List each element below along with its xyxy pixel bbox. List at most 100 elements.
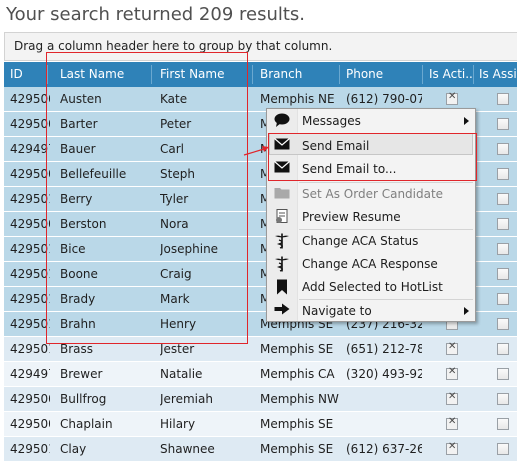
- cell-branch: Memphis SE: [260, 417, 334, 431]
- cell-last-name: Brewer: [60, 367, 103, 381]
- cell-last-name: Berry: [60, 192, 93, 206]
- context-menu: Messages Send Email Send Email to... Set…: [266, 108, 476, 322]
- is-assigned-checkbox[interactable]: [497, 93, 509, 105]
- menu-item-label: Navigate to: [302, 304, 372, 318]
- cell-first-name: Hilary: [160, 417, 196, 431]
- cell-first-name: Peter: [160, 117, 192, 131]
- cell-first-name: Tyler: [160, 192, 189, 206]
- cell-id: 429500...: [10, 217, 50, 231]
- speech-bubble-icon: [273, 113, 290, 129]
- menu-item-label: Send Email: [302, 139, 370, 153]
- column-header-first-name[interactable]: First Name: [160, 62, 246, 87]
- column-header-is-active[interactable]: Is Acti...: [429, 62, 473, 87]
- is-assigned-checkbox[interactable]: [497, 268, 509, 280]
- cell-id: 429501...: [10, 242, 50, 256]
- is-assigned-checkbox[interactable]: [497, 243, 509, 255]
- arrow-right-icon: [273, 303, 290, 319]
- envelope-icon: [273, 138, 290, 154]
- column-divider[interactable]: [339, 65, 340, 84]
- cell-first-name: Jeremiah: [160, 392, 213, 406]
- cell-last-name: Chaplain: [60, 417, 113, 431]
- cell-first-name: Josephine: [160, 242, 219, 256]
- table-row[interactable]: 429501... Clay Shawnee Memphis SE (612) 637-…: [4, 437, 517, 462]
- resume-preview-icon: [273, 209, 290, 225]
- is-active-checkbox[interactable]: [446, 391, 458, 405]
- folder-icon: [273, 186, 290, 202]
- cell-first-name: Craig: [160, 267, 192, 281]
- menu-item-label: Preview Resume: [302, 210, 401, 224]
- cell-id: 429501...: [10, 267, 50, 281]
- cell-last-name: Brady: [60, 292, 96, 306]
- is-assigned-checkbox[interactable]: [497, 368, 509, 380]
- cell-last-name: Bellefeuille: [60, 167, 127, 181]
- cell-phone: (320) 493-9263: [346, 367, 422, 381]
- menu-separator: [299, 133, 473, 134]
- bookmark-icon: [273, 279, 290, 295]
- is-assigned-checkbox[interactable]: [497, 168, 509, 180]
- is-assigned-checkbox[interactable]: [497, 118, 509, 130]
- cell-branch: Memphis SE: [260, 342, 334, 356]
- column-divider[interactable]: [47, 65, 48, 84]
- is-assigned-checkbox[interactable]: [497, 393, 509, 405]
- cell-id: 429500...: [10, 117, 50, 131]
- menu-item-change-aca-status[interactable]: Change ACA Status: [267, 230, 475, 252]
- table-row[interactable]: 429500... Bullfrog Jeremiah Memphis NW: [4, 387, 517, 412]
- cell-id: 429501...: [10, 342, 50, 356]
- submenu-arrow-icon: [464, 307, 469, 315]
- table-row[interactable]: 429500... Chaplain Hilary Memphis SE: [4, 412, 517, 437]
- is-active-checkbox[interactable]: [446, 416, 458, 430]
- cell-first-name: Kate: [160, 92, 188, 106]
- is-active-checkbox[interactable]: [446, 91, 458, 105]
- column-header-id[interactable]: ID: [10, 62, 44, 87]
- cell-last-name: Bauer: [60, 142, 96, 156]
- cell-first-name: Jester: [160, 342, 195, 356]
- cell-phone: (651) 212-7811: [346, 342, 422, 356]
- column-divider[interactable]: [473, 65, 474, 84]
- menu-item-label: Change ACA Status: [302, 234, 419, 248]
- cell-phone: [346, 412, 422, 436]
- is-assigned-checkbox[interactable]: [497, 318, 509, 330]
- group-by-panel[interactable]: Drag a column header here to group by th…: [4, 32, 517, 61]
- is-active-checkbox[interactable]: [446, 341, 458, 355]
- column-header-last-name[interactable]: Last Name: [60, 62, 148, 87]
- menu-item-send-email-to[interactable]: Send Email to...: [267, 158, 475, 180]
- cell-id: 429501...: [10, 292, 50, 306]
- menu-item-change-aca-response[interactable]: Change ACA Response: [267, 253, 475, 275]
- cell-branch: Memphis CA: [260, 367, 335, 381]
- column-divider[interactable]: [252, 65, 253, 84]
- is-assigned-checkbox[interactable]: [497, 418, 509, 430]
- menu-item-send-email[interactable]: Send Email: [267, 135, 475, 157]
- cell-branch: Memphis SE: [260, 442, 334, 456]
- cell-last-name: Bullfrog: [60, 392, 107, 406]
- menu-item-messages[interactable]: Messages: [267, 110, 475, 132]
- annotation-arrow: [243, 146, 269, 156]
- cell-first-name: Shawnee: [160, 442, 215, 456]
- caduceus-icon: [273, 233, 290, 249]
- envelope-icon: [273, 161, 290, 177]
- column-header-is-assigned[interactable]: Is Assi...: [479, 62, 517, 87]
- menu-item-add-to-hotlist[interactable]: Add Selected to HotList: [267, 276, 475, 298]
- cell-last-name: Austen: [60, 92, 102, 106]
- is-active-checkbox[interactable]: [446, 366, 458, 380]
- cell-last-name: Clay: [60, 442, 87, 456]
- is-assigned-checkbox[interactable]: [497, 293, 509, 305]
- menu-item-navigate-to[interactable]: Navigate to: [267, 300, 475, 322]
- cell-id: 429501...: [10, 442, 50, 456]
- table-row[interactable]: 429501... Brass Jester Memphis SE (651) 212-…: [4, 337, 517, 362]
- menu-item-preview-resume[interactable]: Preview Resume: [267, 206, 475, 228]
- column-header-phone[interactable]: Phone: [346, 62, 420, 87]
- is-active-checkbox[interactable]: [446, 441, 458, 455]
- cell-id: 429500...: [10, 417, 50, 431]
- is-assigned-checkbox[interactable]: [497, 443, 509, 455]
- table-row[interactable]: 429497... Brewer Natalie Memphis CA (320) 49…: [4, 362, 517, 387]
- column-header-branch[interactable]: Branch: [260, 62, 336, 87]
- is-assigned-checkbox[interactable]: [497, 143, 509, 155]
- is-assigned-checkbox[interactable]: [497, 193, 509, 205]
- is-assigned-checkbox[interactable]: [497, 343, 509, 355]
- page-title: Your search returned 209 results.: [6, 4, 306, 25]
- column-divider[interactable]: [151, 65, 152, 84]
- cell-last-name: Brass: [60, 342, 94, 356]
- menu-item-set-as-order-candidate[interactable]: Set As Order Candidate: [267, 183, 475, 205]
- column-divider[interactable]: [422, 65, 423, 84]
- is-assigned-checkbox[interactable]: [497, 218, 509, 230]
